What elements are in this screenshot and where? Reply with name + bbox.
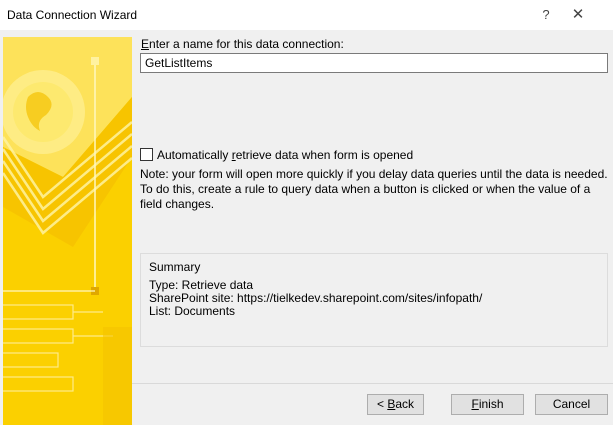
help-icon[interactable]: ? — [536, 5, 556, 25]
connection-name-label: Enter a name for this data connection: — [141, 37, 344, 51]
back-button-arrow: < — [376, 397, 388, 411]
close-icon[interactable]: ✕ — [568, 5, 588, 25]
title-bar: Data Connection Wizard ? ✕ — [0, 0, 613, 30]
back-button-text: ack — [395, 397, 415, 411]
window-title: Data Connection Wizard — [7, 8, 138, 22]
globe-decoration-icon — [3, 37, 132, 425]
performance-note: Note: your form will open more quickly i… — [140, 167, 608, 211]
accelerator-e: E — [141, 37, 150, 51]
back-button[interactable]: < Back — [367, 394, 424, 415]
auto-retrieve-checkbox[interactable] — [140, 148, 153, 161]
accelerator-f: F — [471, 397, 479, 411]
summary-details: Type: Retrieve data SharePoint site: htt… — [149, 279, 482, 318]
connection-name-label-text: nter a name for this data connection: — [149, 37, 344, 51]
wizard-side-art — [3, 37, 132, 425]
connection-name-input[interactable] — [140, 53, 608, 73]
auto-retrieve-label-start: Automatically — [157, 148, 232, 162]
auto-retrieve-label-end: etrieve data when form is opened — [235, 148, 414, 162]
finish-button[interactable]: Finish — [451, 394, 524, 415]
summary-panel: Summary Type: Retrieve data SharePoint s… — [140, 253, 608, 347]
finish-button-text: inish — [478, 397, 504, 411]
summary-heading: Summary — [149, 260, 201, 274]
summary-list: List: Documents — [149, 304, 236, 318]
cancel-button[interactable]: Cancel — [535, 394, 608, 415]
auto-retrieve-label[interactable]: Automatically retrieve data when form is… — [157, 148, 413, 162]
footer-divider — [132, 383, 613, 384]
